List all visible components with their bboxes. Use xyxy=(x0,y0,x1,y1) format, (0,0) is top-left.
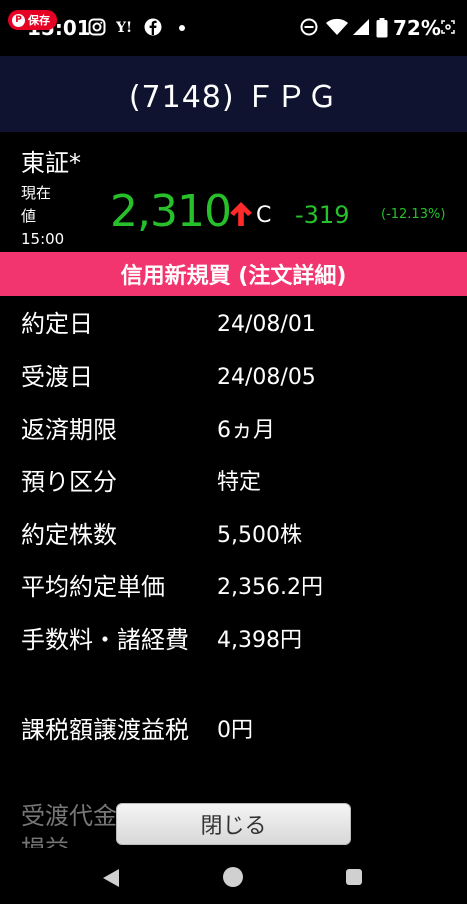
cellular-signal-icon xyxy=(353,19,369,35)
more-notifications-dot-icon xyxy=(179,25,185,31)
pinterest-icon: P xyxy=(12,13,25,27)
battery-percent: 72% xyxy=(393,16,441,40)
detail-label: 約定株数 xyxy=(21,521,117,549)
detail-value: 4,398円 xyxy=(217,628,302,653)
detail-value: 6ヵ月 xyxy=(217,418,275,443)
price-time: 15:00 xyxy=(21,230,65,248)
svg-text:Y!: Y! xyxy=(116,20,132,36)
market-name: 東証* xyxy=(21,149,81,177)
detail-label: 約定日 xyxy=(21,310,93,338)
section-title: 信用新規買 (注文詳細) xyxy=(120,264,347,289)
detail-value: 24/08/05 xyxy=(217,365,316,390)
recent-apps-icon[interactable] xyxy=(346,869,362,885)
screenshot-icon xyxy=(441,20,455,34)
price-mark: C xyxy=(256,203,272,228)
current-price-label-line2: 値 xyxy=(21,207,37,225)
back-icon[interactable] xyxy=(102,868,120,888)
detail-value: 5,500株 xyxy=(217,523,302,548)
current-price-label-line1: 現在 xyxy=(21,184,52,202)
facebook-icon xyxy=(144,18,162,36)
price-change: -319 xyxy=(295,201,350,229)
battery-icon xyxy=(376,18,388,38)
current-price-label: 現在 値 15:00 xyxy=(21,182,71,251)
wifi-icon xyxy=(326,18,348,35)
detail-value: 24/08/01 xyxy=(217,312,316,337)
status-bar: 15:01 P 保存 Y! 72% xyxy=(0,0,467,56)
do-not-disturb-icon xyxy=(300,18,318,36)
price-change-percent: (-12.13%) xyxy=(381,207,446,222)
close-button[interactable]: 閉じる xyxy=(116,803,351,845)
detail-value: 0円 xyxy=(217,718,253,743)
detail-label: 預り区分 xyxy=(21,468,117,496)
app-header: (7148) ＦＰＧ xyxy=(0,56,467,132)
detail-label: 返済期限 xyxy=(21,416,117,444)
home-icon[interactable] xyxy=(223,867,243,887)
instagram-icon xyxy=(88,18,106,36)
page-title: (7148) ＦＰＧ xyxy=(128,80,339,115)
detail-label: 手数料・諸経費 xyxy=(21,626,189,654)
section-banner: 信用新規買 (注文詳細) xyxy=(0,252,467,296)
detail-label: 平均約定単価 xyxy=(21,573,165,601)
yahoo-icon: Y! xyxy=(116,20,132,36)
arrow-up-icon xyxy=(230,202,252,226)
pinterest-save-badge[interactable]: P 保存 xyxy=(8,10,57,30)
system-nav-bar xyxy=(0,848,467,904)
detail-value: 2,356.2円 xyxy=(217,575,323,600)
detail-value: 特定 xyxy=(217,470,262,495)
detail-label: 受渡日 xyxy=(21,363,93,391)
detail-label: 課税額譲渡益税 xyxy=(21,716,189,744)
current-price: 2,310 xyxy=(110,186,232,237)
pin-save-label: 保存 xyxy=(28,14,50,27)
